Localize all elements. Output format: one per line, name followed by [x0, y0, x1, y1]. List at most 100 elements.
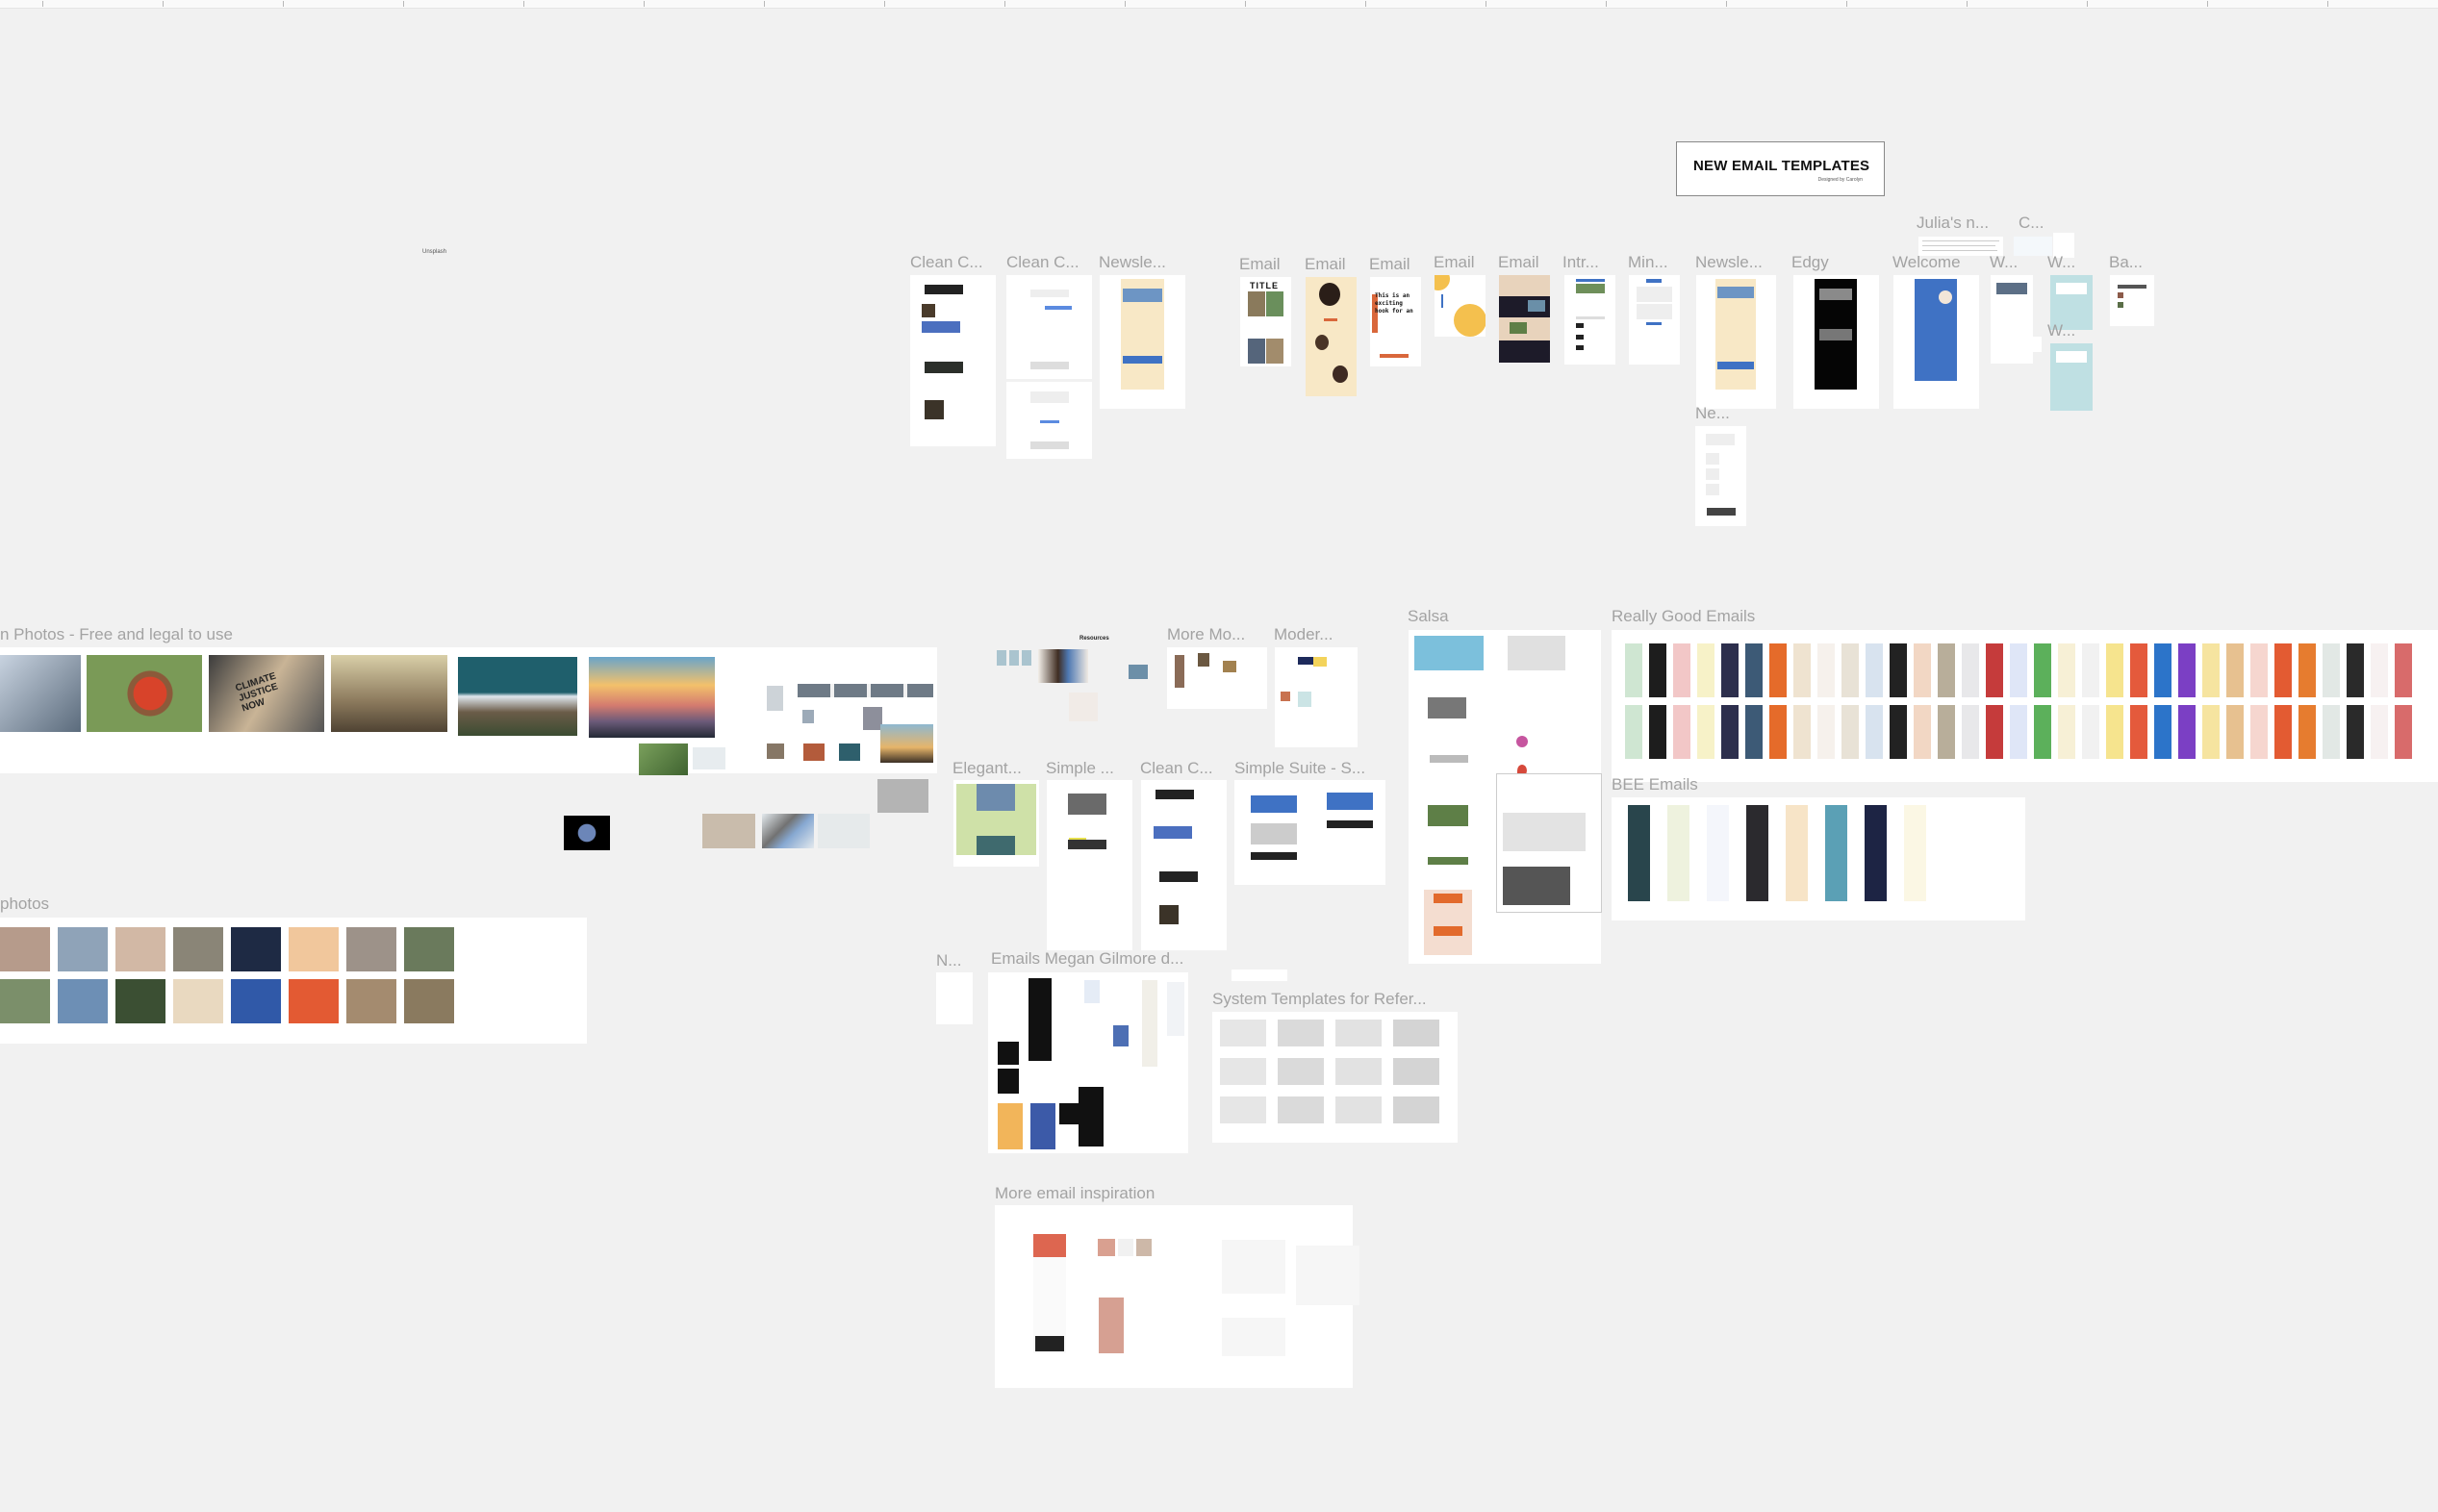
email-thumbnail[interactable] — [1986, 643, 2003, 697]
email-thumbnail[interactable] — [2371, 643, 2388, 697]
photo-our-world-sign[interactable] — [762, 814, 814, 848]
email-thumbnail[interactable] — [404, 979, 454, 1023]
email-thumbnail[interactable] — [1866, 705, 1883, 759]
email-thumbnail[interactable] — [2395, 643, 2412, 697]
email-thumbnail[interactable] — [1278, 1058, 1324, 1085]
frame-label[interactable]: Newsle... — [1695, 253, 1763, 272]
email-thumbnail[interactable] — [2419, 705, 2436, 759]
email-thumbnail[interactable] — [2130, 705, 2147, 759]
email-thumbnail[interactable] — [1786, 805, 1808, 901]
email-thumbnail[interactable] — [2082, 643, 2099, 697]
email-thumbnail[interactable] — [2202, 643, 2220, 697]
email-thumbnail[interactable] — [2106, 643, 2123, 697]
frame-label[interactable]: Clean C... — [1140, 759, 1213, 778]
frame-label[interactable]: Min... — [1628, 253, 1668, 272]
email-thumbnail[interactable] — [2010, 643, 2027, 697]
frame-n[interactable] — [936, 972, 973, 1024]
frame-really-good-emails[interactable] — [1612, 630, 2438, 782]
email-thumbnail[interactable] — [2034, 643, 2051, 697]
email-thumbnail[interactable] — [1649, 705, 1666, 759]
email-thumbnail[interactable] — [2058, 643, 2075, 697]
email-thumbnail[interactable] — [1914, 705, 1931, 759]
email-thumbnail[interactable] — [2298, 705, 2316, 759]
email-thumbnail[interactable] — [115, 927, 165, 971]
email-thumbnail[interactable] — [1628, 805, 1650, 901]
frame-system-templates[interactable] — [1212, 1012, 1458, 1143]
email-thumbnail[interactable] — [1746, 805, 1768, 901]
frame-newsle-2[interactable] — [1696, 275, 1776, 409]
photo-people-talking[interactable] — [1038, 649, 1088, 683]
email-thumbnail[interactable] — [2347, 643, 2364, 697]
frame-clean-c-1[interactable] — [910, 275, 996, 446]
frame-label[interactable]: System Templates for Refer... — [1212, 990, 1427, 1009]
email-thumbnail[interactable] — [1335, 1058, 1382, 1085]
email-thumbnail[interactable] — [1278, 1096, 1324, 1123]
photo-climate-sign[interactable]: CLIMATE JUSTICE NOW — [209, 655, 324, 732]
frame-label[interactable]: Emails Megan Gilmore d... — [991, 949, 1183, 969]
email-thumbnail[interactable] — [1793, 643, 1811, 697]
photo-sunset-mountains[interactable] — [589, 657, 715, 738]
frame-unsplash-photos[interactable]: CLIMATE JUSTICE NOW — [0, 647, 937, 775]
email-thumbnail[interactable] — [2058, 705, 2075, 759]
frame-email-4[interactable] — [1435, 275, 1486, 337]
frame-label[interactable]: photos — [0, 895, 49, 914]
photo-small[interactable] — [767, 743, 784, 759]
photo-geese[interactable] — [818, 814, 870, 848]
email-thumbnail[interactable] — [58, 927, 108, 971]
email-thumbnail[interactable] — [1825, 805, 1847, 901]
email-thumbnail[interactable] — [231, 979, 281, 1023]
email-thumbnail[interactable] — [0, 927, 50, 971]
photo-birds[interactable] — [693, 747, 725, 769]
frame-label[interactable]: Welcome — [1892, 253, 1961, 272]
frame-clean-c-3[interactable] — [1141, 780, 1227, 950]
email-thumbnail[interactable] — [1841, 705, 1859, 759]
frame-label[interactable]: Ne... — [1695, 404, 1730, 423]
frame-ne[interactable] — [1695, 426, 1746, 526]
email-thumbnail[interactable] — [2010, 705, 2027, 759]
email-thumbnail[interactable] — [2226, 643, 2244, 697]
photo-small[interactable] — [802, 710, 814, 723]
photo-earth[interactable] — [564, 816, 610, 850]
email-thumbnail[interactable] — [58, 979, 108, 1023]
email-thumbnail[interactable] — [346, 979, 396, 1023]
photo-bracelet[interactable] — [702, 814, 755, 848]
email-thumbnail[interactable] — [173, 979, 223, 1023]
email-thumbnail[interactable] — [1220, 1096, 1266, 1123]
frame-label[interactable]: Edgy — [1791, 253, 1829, 272]
email-thumbnail[interactable] — [1393, 1096, 1439, 1123]
button-strip-thumb[interactable] — [1232, 970, 1287, 981]
photo-small[interactable] — [767, 686, 783, 711]
email-thumbnail[interactable] — [231, 927, 281, 971]
email-thumbnail[interactable] — [1697, 705, 1714, 759]
frame-c[interactable] — [2014, 237, 2052, 256]
email-thumbnail[interactable] — [1220, 1020, 1266, 1046]
email-thumbnail[interactable] — [1707, 805, 1729, 901]
frame-ba[interactable] — [2110, 275, 2154, 326]
email-thumbnail[interactable] — [1938, 705, 1955, 759]
photo-hand-bamboo[interactable] — [639, 743, 688, 775]
email-thumbnail[interactable] — [2347, 705, 2364, 759]
email-thumbnail[interactable] — [1673, 643, 1690, 697]
frame-welcome[interactable] — [1893, 275, 1979, 409]
email-thumbnail[interactable] — [1817, 643, 1835, 697]
frame-label[interactable]: W... — [1990, 253, 2018, 272]
photo-street-grey[interactable] — [877, 779, 928, 813]
email-thumbnail[interactable] — [1393, 1020, 1439, 1046]
frame-moder[interactable] — [1275, 647, 1358, 747]
email-thumbnail[interactable] — [1220, 1058, 1266, 1085]
email-thumbnail[interactable] — [1745, 643, 1763, 697]
frame-bee-emails[interactable] — [1612, 797, 2025, 920]
frame-simple-suite[interactable] — [1234, 780, 1385, 885]
frame-email-5[interactable] — [1499, 275, 1550, 363]
new-email-templates-card[interactable]: NEW EMAIL TEMPLATES Designed by Carolyn — [1676, 141, 1885, 196]
frame-min[interactable] — [1629, 275, 1680, 365]
email-thumbnail[interactable] — [2130, 643, 2147, 697]
email-thumbnail[interactable] — [1938, 643, 1955, 697]
frame-clean-c-2b[interactable] — [1006, 382, 1092, 459]
frame-emails-megan[interactable] — [988, 972, 1188, 1153]
frame-label[interactable]: C... — [2019, 214, 2044, 233]
frame-label[interactable]: Email — [1239, 255, 1281, 274]
frame-label[interactable]: Email — [1305, 255, 1346, 274]
email-thumbnail[interactable] — [2250, 705, 2268, 759]
email-thumbnail[interactable] — [289, 979, 339, 1023]
